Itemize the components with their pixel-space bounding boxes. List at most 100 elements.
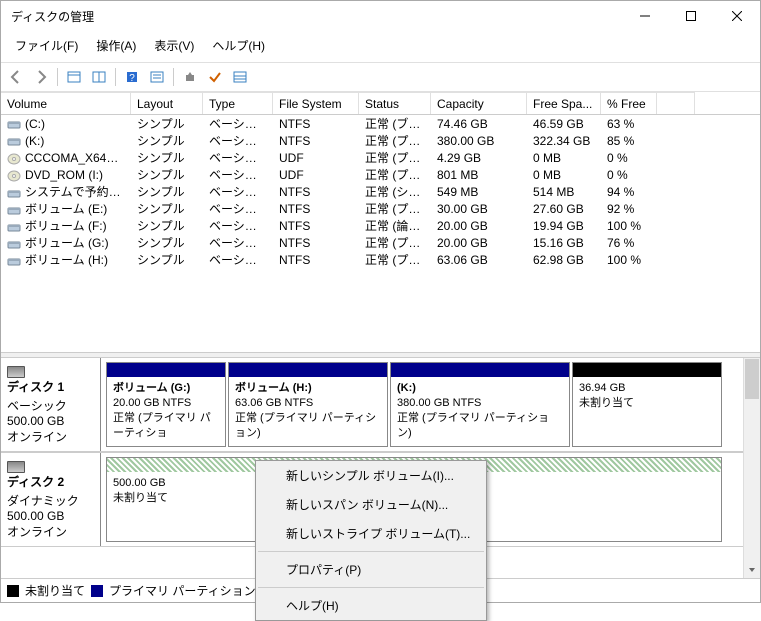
disk-type: ダイナミック: [7, 492, 94, 509]
volume-list[interactable]: (C:)シンプルベーシックNTFS正常 (ブート…74.46 GB46.59 G…: [1, 115, 760, 352]
toolbar: ?: [1, 63, 760, 92]
view-button-1[interactable]: [63, 66, 85, 88]
partition[interactable]: ボリューム (G:)20.00 GB NTFS正常 (プライマリ パーティショ: [106, 362, 226, 447]
drive-icon: [7, 119, 21, 129]
cell-pct: 100 %: [601, 219, 657, 233]
volume-name: DVD_ROM (I:): [25, 168, 103, 182]
scroll-thumb[interactable]: [745, 359, 759, 399]
cell-layout: シンプル: [131, 217, 203, 234]
table-row[interactable]: ボリューム (E:)シンプルベーシックNTFS正常 (プラ…30.00 GB27…: [1, 200, 760, 217]
partition-bar: [107, 363, 225, 377]
col-capacity[interactable]: Capacity: [431, 92, 527, 114]
table-row[interactable]: ボリューム (F:)シンプルベーシックNTFS正常 (論理…20.00 GB19…: [1, 217, 760, 234]
col-free[interactable]: Free Spa...: [527, 92, 601, 114]
settings-button[interactable]: [146, 66, 168, 88]
partition-body: ボリューム (H:)63.06 GB NTFS正常 (プライマリ パーティション…: [229, 377, 387, 446]
table-row[interactable]: DVD_ROM (I:)シンプルベーシックUDF正常 (プラ…801 MB0 M…: [1, 166, 760, 183]
cell-status: 正常 (プラ…: [359, 251, 431, 268]
disk-status: オンライン: [7, 428, 94, 445]
cell-status: 正常 (プラ…: [359, 132, 431, 149]
ctx-separator: [258, 587, 484, 588]
disk-icon: [7, 366, 25, 378]
col-fs[interactable]: File System: [273, 92, 359, 114]
cell-pct: 100 %: [601, 253, 657, 267]
table-row[interactable]: ボリューム (G:)シンプルベーシックNTFS正常 (プラ…20.00 GB15…: [1, 234, 760, 251]
col-layout[interactable]: Layout: [131, 92, 203, 114]
col-type[interactable]: Type: [203, 92, 273, 114]
partition-size: 63.06 GB NTFS: [235, 397, 313, 409]
help-button[interactable]: ?: [121, 66, 143, 88]
partition-bar: [573, 363, 721, 377]
cell-free: 27.60 GB: [527, 202, 601, 216]
col-volume[interactable]: Volume: [1, 92, 131, 114]
forward-button[interactable]: [30, 66, 52, 88]
cell-capacity: 4.29 GB: [431, 151, 527, 165]
partition-size: 500.00 GB: [113, 477, 166, 489]
cell-free: 514 MB: [527, 185, 601, 199]
cell-capacity: 63.06 GB: [431, 253, 527, 267]
partition-bar: [391, 363, 569, 377]
refresh-button[interactable]: [179, 66, 201, 88]
back-button[interactable]: [5, 66, 27, 88]
ctx-properties[interactable]: プロパティ(P): [256, 555, 486, 584]
volume-name: ボリューム (G:): [25, 236, 109, 250]
menu-action[interactable]: 操作(A): [88, 35, 144, 56]
disk-label[interactable]: ディスク 2ダイナミック500.00 GBオンライン: [1, 453, 101, 546]
table-row[interactable]: ボリューム (H:)シンプルベーシックNTFS正常 (プラ…63.06 GB62…: [1, 251, 760, 268]
separator-icon: [115, 68, 116, 86]
cell-fs: NTFS: [273, 202, 359, 216]
cell-capacity: 801 MB: [431, 168, 527, 182]
disk-label[interactable]: ディスク 1ベーシック500.00 GBオンライン: [1, 358, 101, 451]
table-row[interactable]: システムで予約済みシンプルベーシックNTFS正常 (シス…549 MB514 M…: [1, 183, 760, 200]
col-status[interactable]: Status: [359, 92, 431, 114]
separator-icon: [57, 68, 58, 86]
legend-primary: プライマリ パーティション: [109, 582, 256, 599]
cell-status: 正常 (シス…: [359, 183, 431, 200]
cell-status: 正常 (プラ…: [359, 149, 431, 166]
disc-icon: [7, 153, 21, 163]
cell-free: 0 MB: [527, 168, 601, 182]
scrollbar-vertical[interactable]: [743, 358, 760, 578]
disk-partitions: ボリューム (G:)20.00 GB NTFS正常 (プライマリ パーティショボ…: [101, 358, 760, 451]
ctx-new-span-volume[interactable]: 新しいスパン ボリューム(N)...: [256, 490, 486, 519]
cell-capacity: 380.00 GB: [431, 134, 527, 148]
cell-type: ベーシック: [203, 234, 273, 251]
legend-unallocated-swatch: [7, 585, 19, 597]
list-button[interactable]: [229, 66, 251, 88]
cell-status: 正常 (論理…: [359, 217, 431, 234]
cell-capacity: 20.00 GB: [431, 236, 527, 250]
menubar: ファイル(F) 操作(A) 表示(V) ヘルプ(H): [1, 31, 760, 63]
cell-capacity: 20.00 GB: [431, 219, 527, 233]
grid-header: Volume Layout Type File System Status Ca…: [1, 92, 760, 115]
partition[interactable]: (K:)380.00 GB NTFS正常 (プライマリ パーティション): [390, 362, 570, 447]
legend-unallocated: 未割り当て: [25, 582, 85, 599]
ctx-help[interactable]: ヘルプ(H): [256, 591, 486, 620]
table-row[interactable]: (K:)シンプルベーシックNTFS正常 (プラ…380.00 GB322.34 …: [1, 132, 760, 149]
ctx-new-stripe-volume[interactable]: 新しいストライプ ボリューム(T)...: [256, 519, 486, 548]
disk-row: ディスク 1ベーシック500.00 GBオンラインボリューム (G:)20.00…: [1, 358, 760, 452]
partition[interactable]: 36.94 GB未割り当て: [572, 362, 722, 447]
cell-fs: UDF: [273, 151, 359, 165]
disc-icon: [7, 170, 21, 180]
col-pct[interactable]: % Free: [601, 92, 657, 114]
col-spare: [657, 92, 695, 114]
table-row[interactable]: (C:)シンプルベーシックNTFS正常 (ブート…74.46 GB46.59 G…: [1, 115, 760, 132]
apply-button[interactable]: [204, 66, 226, 88]
partition[interactable]: ボリューム (H:)63.06 GB NTFS正常 (プライマリ パーティション…: [228, 362, 388, 447]
separator-icon: [173, 68, 174, 86]
menu-help[interactable]: ヘルプ(H): [204, 35, 273, 56]
menu-file[interactable]: ファイル(F): [7, 35, 86, 56]
partition-bar: [229, 363, 387, 377]
menu-view[interactable]: 表示(V): [146, 35, 202, 56]
maximize-button[interactable]: [668, 1, 714, 31]
partition-size: 20.00 GB NTFS: [113, 397, 191, 409]
volume-name: (C:): [25, 117, 45, 131]
table-row[interactable]: CCCOMA_X64FRE_…シンプルベーシックUDF正常 (プラ…4.29 G…: [1, 149, 760, 166]
cell-fs: NTFS: [273, 117, 359, 131]
ctx-new-simple-volume[interactable]: 新しいシンプル ボリューム(I)...: [256, 461, 486, 490]
cell-free: 0 MB: [527, 151, 601, 165]
window-title: ディスクの管理: [11, 8, 622, 25]
close-button[interactable]: [714, 1, 760, 31]
view-button-2[interactable]: [88, 66, 110, 88]
minimize-button[interactable]: [622, 1, 668, 31]
